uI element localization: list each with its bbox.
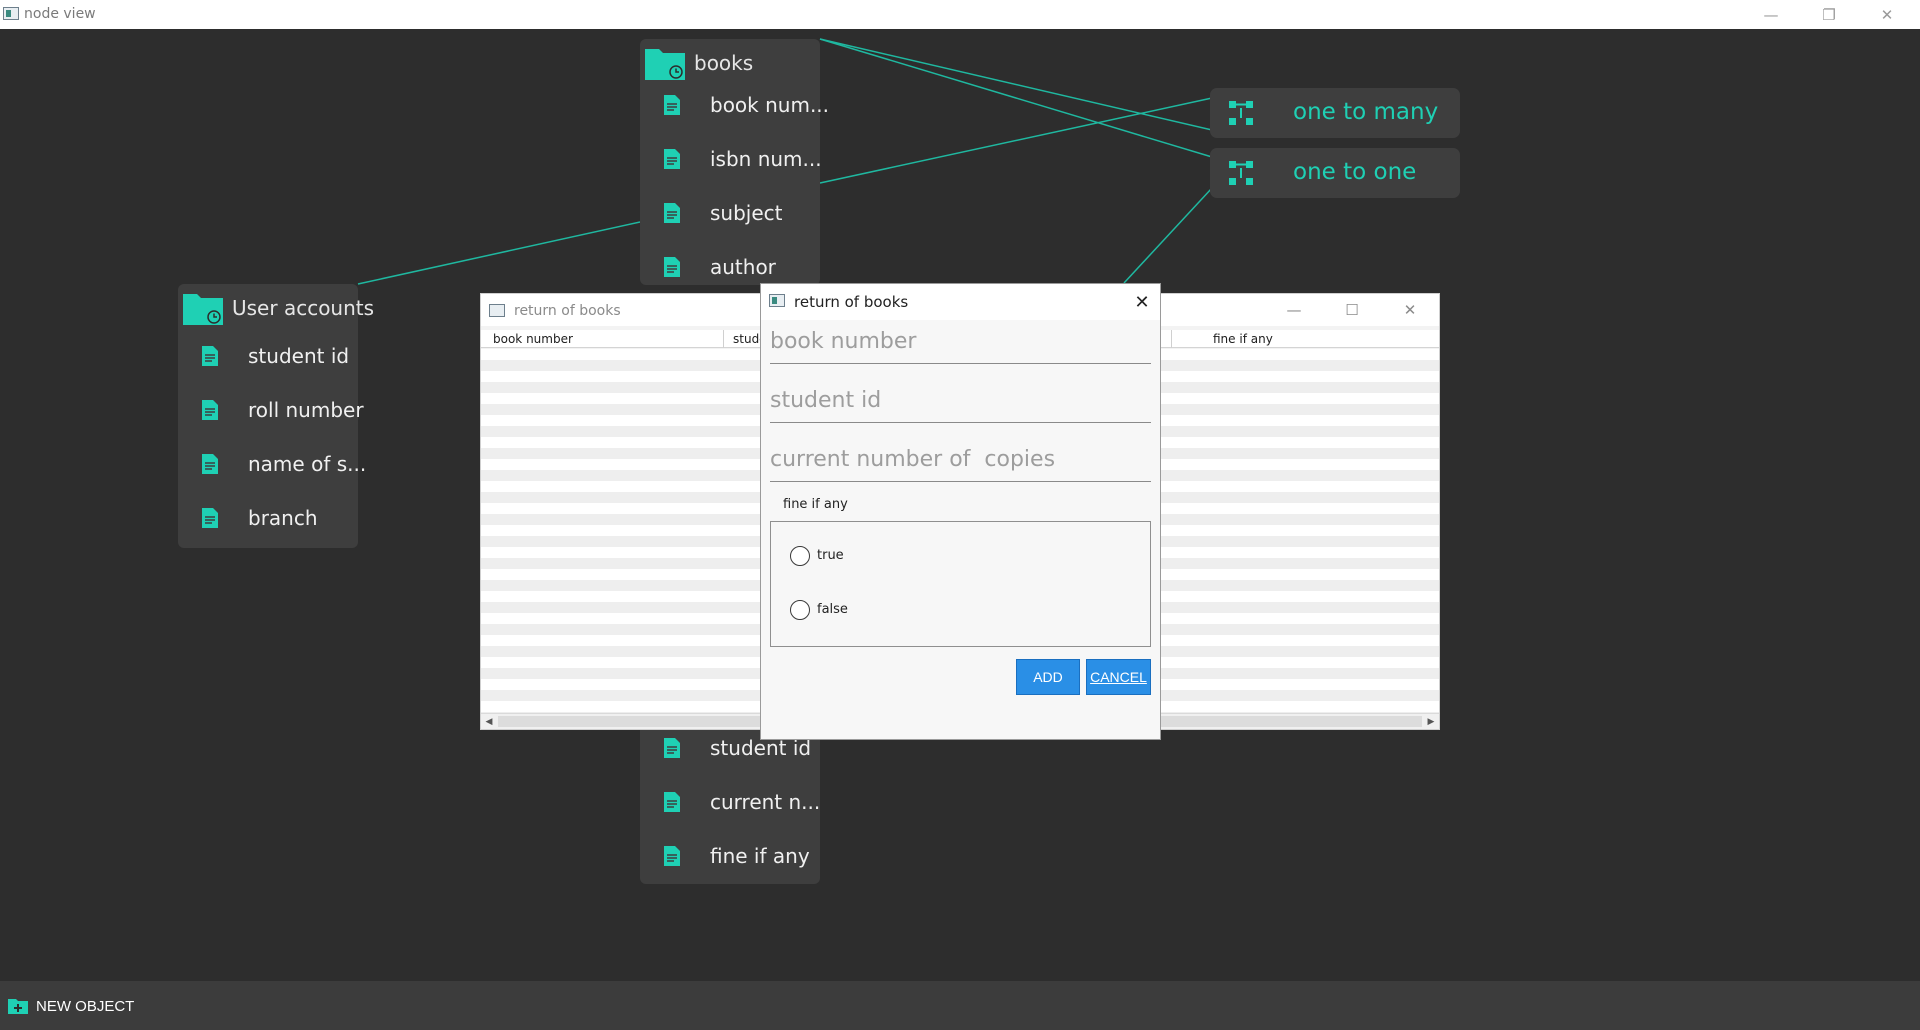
relation-label: one to one bbox=[1293, 159, 1417, 185]
app-icon bbox=[489, 304, 505, 317]
new-object-button[interactable]: NEW OBJECT bbox=[36, 998, 134, 1015]
relation-one-to-many[interactable]: one to many bbox=[1210, 88, 1460, 138]
radio-label[interactable]: false bbox=[817, 602, 848, 617]
node-field[interactable]: subject bbox=[640, 191, 820, 235]
document-icon bbox=[664, 257, 680, 277]
node-title: books bbox=[694, 51, 754, 75]
column-separator[interactable] bbox=[723, 330, 724, 348]
new-object-icon[interactable] bbox=[8, 998, 28, 1014]
document-icon bbox=[664, 95, 680, 115]
node-user-accounts[interactable]: User accounts student id roll number nam… bbox=[178, 284, 374, 548]
copies-input[interactable] bbox=[770, 438, 1151, 482]
add-record-dialog[interactable]: return of books ✕ fine if any true false… bbox=[760, 283, 1161, 740]
document-icon bbox=[202, 346, 218, 366]
field-label: branch bbox=[248, 506, 318, 530]
relation-icon bbox=[1229, 101, 1253, 125]
student-id-input[interactable] bbox=[770, 379, 1151, 423]
link-line bbox=[819, 38, 1213, 158]
window-title-bar: node view — ❐ ✕ bbox=[0, 0, 1920, 29]
radio-false[interactable] bbox=[790, 600, 810, 620]
node-field[interactable]: name of s... bbox=[178, 442, 366, 486]
document-icon bbox=[664, 203, 680, 223]
field-label: author bbox=[710, 255, 776, 279]
minimize-button[interactable]: — bbox=[1742, 0, 1800, 29]
radio-true[interactable] bbox=[790, 546, 810, 566]
link-line bbox=[819, 97, 1213, 184]
node-field[interactable]: book num... bbox=[640, 83, 829, 127]
close-button[interactable]: ✕ bbox=[1858, 0, 1916, 29]
bottom-toolbar: NEW OBJECT bbox=[0, 981, 1920, 1030]
link-line bbox=[1123, 187, 1213, 284]
document-icon bbox=[202, 400, 218, 420]
table-window-title: return of books bbox=[514, 303, 621, 319]
dialog-title: return of books bbox=[794, 293, 909, 311]
relation-one-to-one[interactable]: one to one bbox=[1210, 148, 1460, 198]
link-line bbox=[819, 38, 1213, 131]
field-label: roll number bbox=[248, 398, 364, 422]
node-field[interactable]: branch bbox=[178, 496, 358, 540]
node-field[interactable]: fine if any bbox=[640, 834, 820, 878]
column-header[interactable]: book number bbox=[493, 332, 573, 346]
node-title: User accounts bbox=[232, 296, 375, 320]
dialog-title-bar[interactable]: return of books ✕ bbox=[761, 284, 1160, 320]
relation-icon bbox=[1229, 161, 1253, 185]
scroll-right-icon[interactable]: ▶ bbox=[1423, 714, 1439, 730]
relation-label: one to many bbox=[1293, 99, 1439, 125]
field-label: book num... bbox=[710, 93, 830, 117]
scroll-left-icon[interactable]: ◀ bbox=[481, 714, 497, 730]
field-label: subject bbox=[710, 201, 783, 225]
fine-group-label: fine if any bbox=[783, 497, 848, 512]
node-field[interactable]: student id bbox=[178, 334, 358, 378]
field-label: name of s... bbox=[248, 452, 367, 476]
document-icon bbox=[202, 454, 218, 474]
node-books[interactable]: books book num... isbn num... subject au… bbox=[640, 39, 829, 285]
book-number-input[interactable] bbox=[770, 320, 1151, 364]
folder-icon bbox=[183, 294, 223, 325]
node-field[interactable]: isbn num... bbox=[640, 137, 822, 181]
app-icon bbox=[769, 294, 785, 307]
column-header[interactable]: fine if any bbox=[1213, 332, 1273, 346]
app-icon bbox=[3, 7, 19, 20]
document-icon bbox=[202, 508, 218, 528]
document-icon bbox=[664, 792, 680, 812]
add-button[interactable]: ADD bbox=[1016, 659, 1080, 695]
minimize-button[interactable]: — bbox=[1265, 297, 1323, 323]
link-line bbox=[357, 221, 641, 285]
restore-button[interactable]: ❐ bbox=[1800, 0, 1858, 29]
field-label: current n... bbox=[710, 790, 821, 814]
document-icon bbox=[664, 738, 680, 758]
node-field[interactable]: roll number bbox=[178, 388, 364, 432]
field-label: student id bbox=[248, 344, 350, 368]
window-title: node view bbox=[24, 6, 96, 22]
field-label: isbn num... bbox=[710, 147, 822, 171]
column-separator[interactable] bbox=[1171, 330, 1172, 348]
close-icon[interactable]: ✕ bbox=[1128, 288, 1156, 316]
maximize-button[interactable]: ☐ bbox=[1323, 297, 1381, 323]
node-return-of-books[interactable]: student id current n... fine if any bbox=[640, 720, 820, 884]
document-icon bbox=[664, 846, 680, 866]
document-icon bbox=[664, 149, 680, 169]
fine-radio-group: true false bbox=[770, 521, 1151, 647]
node-field[interactable]: current n... bbox=[640, 780, 820, 824]
folder-icon bbox=[645, 49, 685, 80]
field-label: fine if any bbox=[710, 844, 810, 868]
cancel-button[interactable]: CANCEL bbox=[1086, 659, 1151, 695]
radio-label[interactable]: true bbox=[817, 548, 844, 563]
close-button[interactable]: ✕ bbox=[1381, 297, 1439, 323]
